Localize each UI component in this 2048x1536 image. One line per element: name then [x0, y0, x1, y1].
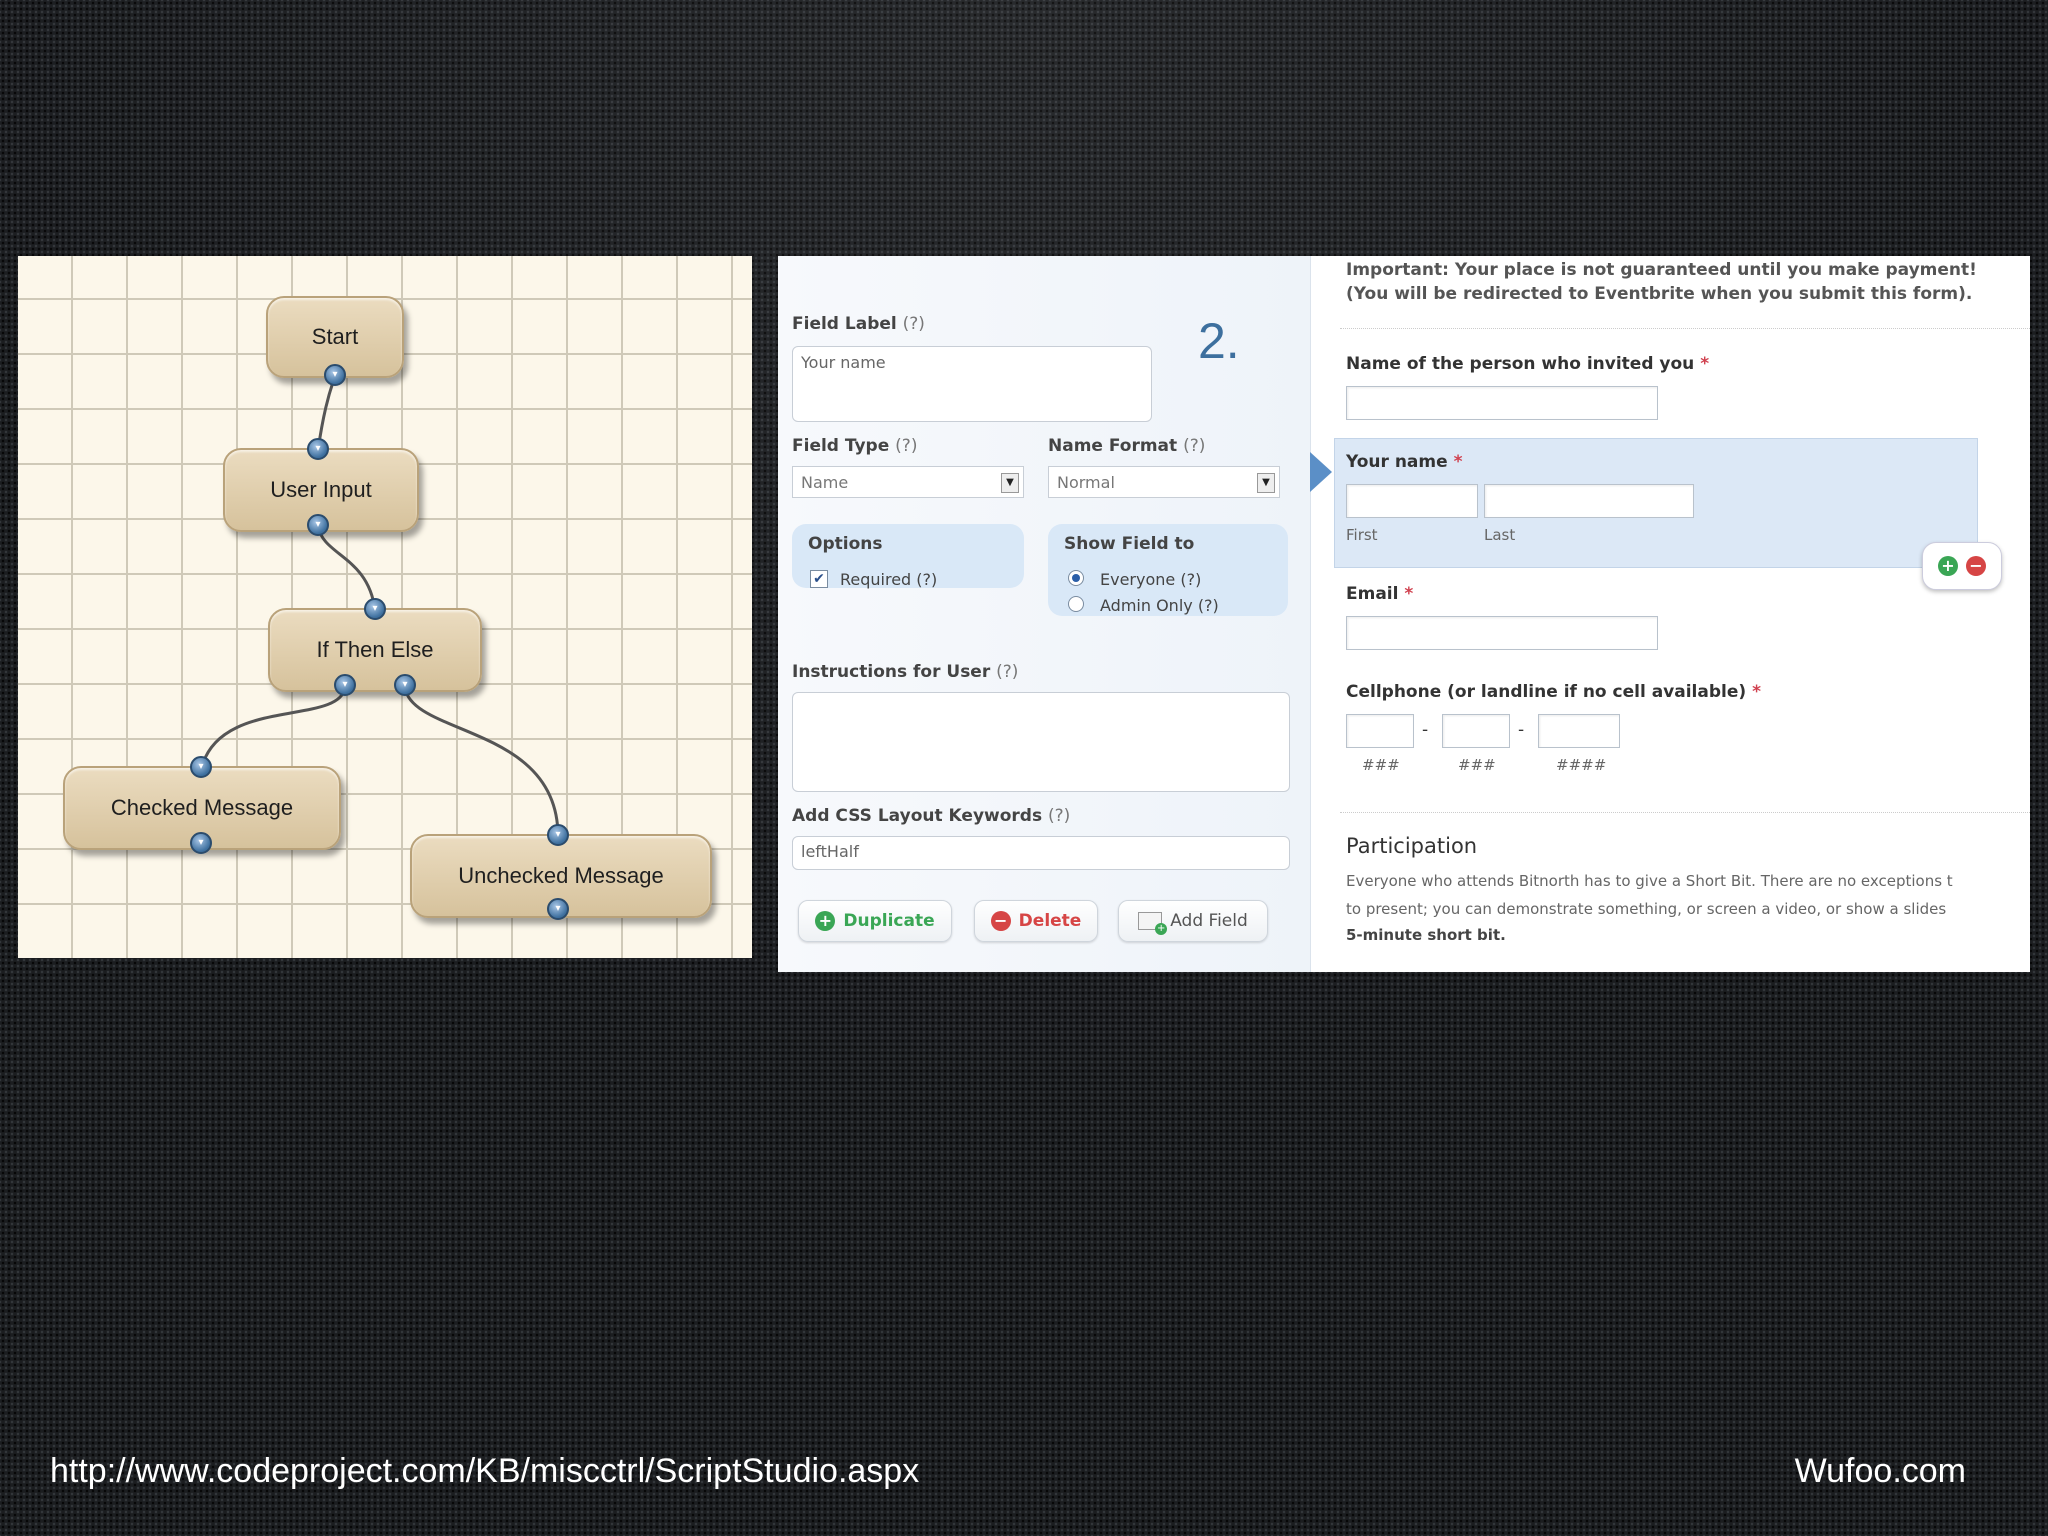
participation-text: 5-minute short bit. [1346, 926, 1506, 944]
flow-diagram-panel: Start ▾ User Input ▾ ▾ If Then Else ▾ ▾ … [18, 256, 752, 958]
add-field-icon: + [1138, 912, 1168, 935]
field-label-input[interactable]: Your name [792, 346, 1152, 422]
caption-wufoo: Wufoo.com [1794, 1452, 1966, 1490]
css-keywords-value: leftHalf [801, 842, 859, 861]
phone-hint: ### [1458, 756, 1496, 774]
css-keywords-heading: Add CSS Layout Keywords (?) [792, 806, 1071, 826]
email-input[interactable] [1346, 616, 1658, 650]
cellphone-label: Cellphone (or landline if no cell availa… [1346, 682, 1761, 702]
minus-circle-icon: − [990, 911, 1011, 931]
help-link[interactable]: (?) [1183, 436, 1205, 456]
add-field-label: Add Field [1170, 911, 1248, 931]
invited-label: Name of the person who invited you * [1346, 354, 1710, 374]
port-connector-icon[interactable]: ▾ [364, 598, 386, 620]
radio-everyone[interactable] [1068, 570, 1084, 586]
instructions-heading: Instructions for User (?) [792, 662, 1019, 682]
add-field-button[interactable]: + Add Field [1118, 900, 1268, 942]
phone-prefix-input[interactable] [1442, 714, 1510, 748]
node-if-then-else[interactable]: If Then Else [268, 608, 482, 692]
participation-title: Participation [1346, 834, 1478, 858]
wire-ifthenelse-checked [199, 687, 347, 771]
name-format-value: Normal [1057, 473, 1115, 492]
phone-hint: ### [1362, 756, 1400, 774]
help-link[interactable]: (?) [1048, 806, 1070, 826]
help-link[interactable]: (?) [895, 436, 917, 456]
participation-text: Everyone who attends Bitnorth has to giv… [1346, 872, 1953, 890]
first-hint: First [1346, 526, 1378, 544]
add-remove-controls: + − [1922, 542, 2002, 590]
divider [1340, 328, 2030, 329]
last-hint: Last [1484, 526, 1516, 544]
form-builder-panel: Field Label (?) Your name 2. Field Type … [778, 256, 2030, 972]
divider [1340, 812, 2030, 813]
phone-dash: - [1518, 720, 1525, 740]
payment-notice-line2: (You will be redirected to Eventbrite wh… [1346, 284, 1973, 304]
caption-source-url: http://www.codeproject.com/KB/miscctrl/S… [50, 1452, 920, 1490]
node-label: User Input [270, 477, 372, 502]
email-label: Email * [1346, 584, 1414, 604]
field-properties-panel: Field Label (?) Your name 2. Field Type … [778, 256, 1311, 972]
field-type-select[interactable]: Name ▼ [792, 466, 1024, 498]
instructions-textarea[interactable] [792, 692, 1290, 792]
name-format-heading: Name Format (?) [1048, 436, 1206, 456]
your-name-label: Your name * [1346, 452, 1463, 472]
name-format-select[interactable]: Normal ▼ [1048, 466, 1280, 498]
port-connector-icon[interactable]: ▾ [190, 832, 212, 854]
required-mark: * [1752, 682, 1761, 702]
required-mark: * [1404, 584, 1414, 604]
admin-option-label[interactable]: Admin Only (?) [1100, 596, 1219, 615]
phone-hint: #### [1556, 756, 1607, 774]
form-preview: Important: Your place is not guaranteed … [1310, 256, 2030, 972]
payment-notice-line1: Important: Your place is not guaranteed … [1346, 260, 1977, 280]
node-label: Checked Message [110, 795, 294, 820]
options-heading: Options [808, 534, 883, 554]
port-connector-icon[interactable]: ▾ [547, 824, 569, 846]
help-link[interactable]: (?) [903, 314, 925, 334]
step-number: 2. [1198, 313, 1240, 369]
dropdown-arrow-icon[interactable]: ▼ [1001, 473, 1019, 493]
dropdown-arrow-icon[interactable]: ▼ [1257, 473, 1275, 493]
selected-field-pointer [1310, 452, 1332, 492]
node-label: If Then Else [316, 637, 434, 662]
field-label-value: Your name [801, 353, 886, 372]
first-name-input[interactable] [1346, 484, 1478, 518]
duplicate-button[interactable]: + Duplicate [798, 900, 952, 942]
field-type-heading: Field Type (?) [792, 436, 918, 456]
required-option-label[interactable]: Required (?) [840, 570, 937, 589]
node-label: Unchecked Message [458, 863, 664, 888]
port-connector-icon[interactable]: ▾ [307, 514, 329, 536]
help-link[interactable]: (?) [996, 662, 1018, 682]
phone-dash: - [1422, 720, 1429, 740]
last-name-input[interactable] [1484, 484, 1694, 518]
delete-label: Delete [1018, 911, 1082, 931]
plus-circle-icon: + [815, 911, 836, 931]
invited-input[interactable] [1346, 386, 1658, 420]
field-type-value: Name [801, 473, 849, 492]
radio-admin-only[interactable] [1068, 596, 1084, 612]
minus-circle-icon[interactable]: − [1966, 556, 1986, 576]
port-connector-icon[interactable]: ▾ [547, 898, 569, 920]
everyone-option-label[interactable]: Everyone (?) [1100, 570, 1201, 589]
port-connector-icon[interactable]: ▾ [324, 364, 346, 386]
participation-text: to present; you can demonstrate somethin… [1346, 900, 1947, 918]
port-connector-icon[interactable]: ▾ [190, 756, 212, 778]
checkbox-check-icon[interactable]: ✔ [810, 570, 828, 588]
phone-line-input[interactable] [1538, 714, 1620, 748]
css-keywords-input[interactable]: leftHalf [792, 836, 1290, 870]
plus-circle-icon[interactable]: + [1938, 556, 1958, 576]
phone-area-input[interactable] [1346, 714, 1414, 748]
port-connector-icon[interactable]: ▾ [307, 438, 329, 460]
field-label-heading: Field Label (?) [792, 314, 925, 334]
required-mark: * [1700, 354, 1710, 374]
wire-ifthenelse-unchecked [403, 687, 560, 837]
show-field-heading: Show Field to [1064, 534, 1195, 554]
wire-userinput-ifthenelse [316, 525, 377, 611]
duplicate-label: Duplicate [843, 911, 935, 931]
required-mark: * [1453, 452, 1463, 472]
delete-button[interactable]: − Delete [974, 900, 1098, 942]
port-connector-icon[interactable]: ▾ [334, 674, 356, 696]
port-connector-icon[interactable]: ▾ [394, 674, 416, 696]
node-label: Start [311, 324, 359, 349]
